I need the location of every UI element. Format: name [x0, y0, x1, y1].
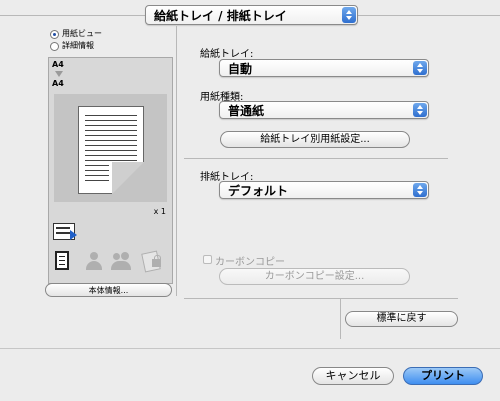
page-preview-icon	[78, 106, 144, 194]
paper-tray-label: 給紙トレイ:	[200, 49, 254, 60]
tray-paper-settings-button[interactable]: 給紙トレイ別用紙設定...	[220, 131, 410, 148]
input-size-label: A4	[52, 60, 64, 69]
section-popup[interactable]: 給紙トレイ / 排紙トレイ	[145, 5, 358, 25]
output-tray-icon	[53, 223, 77, 240]
print-button[interactable]: プリント	[403, 367, 483, 385]
paper-type-value: 普通紙	[228, 103, 265, 118]
device-info-button-label: 本体情報...	[88, 286, 129, 295]
carbon-copy-settings-button-label: カーボンコピー設定...	[264, 271, 365, 282]
paper-tray-value: 自動	[228, 61, 253, 76]
cancel-button[interactable]: キャンセル	[312, 367, 394, 385]
print-button-label: プリント	[421, 369, 465, 382]
arrow-down-icon	[55, 71, 63, 77]
restore-defaults-button[interactable]: 標準に戻す	[345, 311, 458, 327]
paper-type-select[interactable]: 普通紙	[219, 101, 429, 119]
carbon-copy-label: カーボンコピー	[215, 257, 285, 268]
document-icon	[55, 251, 69, 270]
device-info-button[interactable]: 本体情報...	[45, 283, 172, 297]
copies-count: x 1	[153, 207, 166, 216]
popup-arrows-icon	[413, 103, 427, 117]
cancel-button-label: キャンセル	[325, 369, 381, 382]
radio-paper-view[interactable]	[50, 30, 59, 39]
tray-paper-settings-button-label: 給紙トレイ別用紙設定...	[260, 134, 370, 145]
popup-arrows-icon	[413, 183, 427, 197]
paper-tray-select[interactable]: 自動	[219, 59, 429, 77]
preview-panel: A4 A4 x 1	[48, 57, 173, 284]
radio-details[interactable]	[50, 42, 59, 51]
carbon-copy-checkbox[interactable]	[203, 255, 212, 264]
output-tray-value: デフォルト	[228, 183, 289, 198]
users-icon	[111, 252, 131, 270]
output-size-label: A4	[52, 79, 64, 88]
output-tray-select[interactable]: デフォルト	[219, 181, 429, 199]
radio-paper-view-label: 用紙ビュー	[62, 29, 102, 38]
carbon-copy-settings-button[interactable]: カーボンコピー設定...	[219, 268, 410, 285]
popup-arrows-icon	[342, 7, 356, 23]
restore-defaults-button-label: 標準に戻す	[376, 313, 427, 324]
popup-arrows-icon	[413, 61, 427, 75]
user-icon	[85, 252, 103, 270]
page-thumbnail-area	[54, 94, 167, 202]
secure-print-icon	[141, 250, 163, 273]
radio-details-label: 詳細情報	[62, 41, 94, 50]
section-popup-label: 給紙トレイ / 排紙トレイ	[154, 8, 287, 23]
